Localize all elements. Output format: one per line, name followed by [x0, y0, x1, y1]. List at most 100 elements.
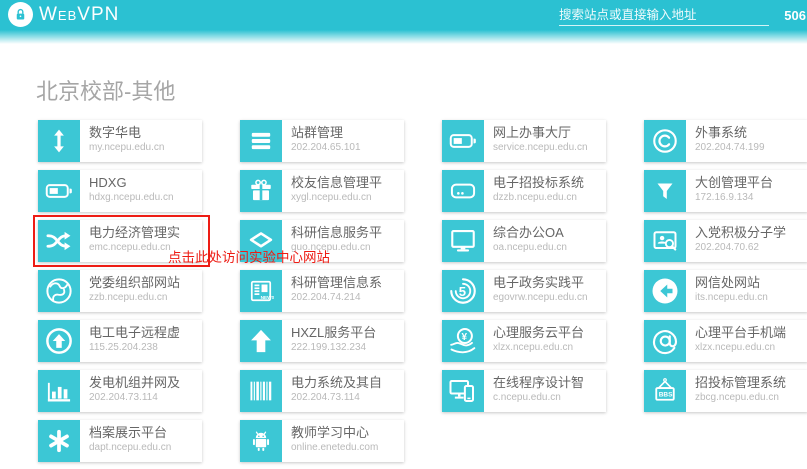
service-card[interactable]: 发电机组并网及 202.204.73.114 — [38, 370, 202, 412]
header-badge: 506 — [784, 8, 806, 23]
id-card-search-icon — [644, 220, 686, 262]
service-url: zzb.ncepu.edu.cn — [89, 291, 180, 304]
service-title: 校友信息管理平 — [291, 174, 382, 191]
service-url: 172.16.9.134 — [695, 191, 773, 204]
service-url: its.ncepu.edu.cn — [695, 291, 768, 304]
service-card[interactable]: 外事系统 202.204.74.199 — [644, 120, 807, 162]
service-url: 202.204.74.214 — [291, 291, 382, 304]
service-url: online.enetedu.com — [291, 441, 378, 454]
card-grid: 数字华电 my.ncepu.edu.cn 站群管理 202.204.65.101… — [38, 120, 807, 462]
service-title: 科研信息服务平 — [291, 224, 382, 241]
service-title: 外事系统 — [695, 124, 765, 141]
service-card[interactable]: 数字华电 my.ncepu.edu.cn — [38, 120, 202, 162]
service-title: HDXG — [89, 174, 174, 191]
service-url: guo.ncepu.edu.cn — [291, 241, 382, 254]
service-title: 科研管理信息系 — [291, 274, 382, 291]
service-url: hdxg.ncepu.edu.cn — [89, 191, 174, 204]
arrow-up-icon — [240, 320, 282, 362]
funnel-icon — [644, 170, 686, 212]
service-card[interactable]: 校友信息管理平 xygl.ncepu.edu.cn — [240, 170, 404, 212]
service-url: dapt.ncepu.edu.cn — [89, 441, 171, 454]
service-title: 综合办公OA — [493, 224, 567, 241]
service-title: 电子政务实践平 — [493, 274, 588, 291]
service-url: 115.25.204.238 — [89, 341, 180, 354]
svg-text:¥: ¥ — [462, 332, 468, 343]
hand-coin-icon: ¥ — [442, 320, 484, 362]
svg-text:5: 5 — [459, 284, 466, 299]
service-card[interactable]: 网信处网站 its.ncepu.edu.cn — [644, 270, 807, 312]
android-icon — [240, 420, 282, 462]
service-card[interactable]: 党委组织部网站 zzb.ncepu.edu.cn — [38, 270, 202, 312]
service-url: 202.204.65.101 — [291, 141, 361, 154]
service-url: service.ncepu.edu.cn — [493, 141, 588, 154]
service-title: 心理服务云平台 — [493, 324, 584, 341]
service-url: 202.204.74.199 — [695, 141, 765, 154]
service-url: 202.204.73.114 — [89, 391, 180, 404]
service-card[interactable]: NEWS 科研管理信息系 202.204.74.214 — [240, 270, 404, 312]
arrow-left-circle-icon — [644, 270, 686, 312]
svg-text:NEWS: NEWS — [261, 295, 274, 301]
battery-icon — [442, 120, 484, 162]
service-card[interactable]: ¥ 心理服务云平台 xlzx.ncepu.edu.cn — [442, 320, 606, 362]
shuffle-icon — [38, 220, 80, 262]
service-url: emc.ncepu.edu.cn — [89, 241, 180, 254]
service-title: 党委组织部网站 — [89, 274, 180, 291]
monitor-icon — [442, 220, 484, 262]
header-gradient — [0, 30, 807, 44]
service-card[interactable]: 档案展示平台 dapt.ncepu.edu.cn — [38, 420, 202, 462]
service-url: 202.204.73.114 — [291, 391, 382, 404]
service-card[interactable]: 科研信息服务平 guo.ncepu.edu.cn — [240, 220, 404, 262]
service-url: 202.204.70.62 — [695, 241, 786, 254]
arrows-up-down-icon — [38, 120, 80, 162]
service-card[interactable]: BBS 招投标管理系统 zbcg.ncepu.edu.cn — [644, 370, 807, 412]
logo-text: WebVPN — [39, 4, 119, 26]
svg-text:BBS: BBS — [659, 392, 673, 399]
service-card[interactable]: 电力系统及其自 202.204.73.114 — [240, 370, 404, 412]
service-title: 招投标管理系统 — [695, 374, 786, 391]
service-card[interactable]: 综合办公OA oa.ncepu.edu.cn — [442, 220, 606, 262]
service-title: 数字华电 — [89, 124, 164, 141]
layers-icon — [240, 220, 282, 262]
bar-chart-icon — [38, 370, 80, 412]
service-card[interactable]: 大创管理平台 172.16.9.134 — [644, 170, 807, 212]
service-card[interactable]: 电子招投标系统 dzzb.ncepu.edu.cn — [442, 170, 606, 212]
service-title: 电子招投标系统 — [493, 174, 584, 191]
arrow-up-circle-icon — [38, 320, 80, 362]
service-card[interactable]: 教师学习中心 online.enetedu.com — [240, 420, 404, 462]
service-url: c.ncepu.edu.cn — [493, 391, 584, 404]
search-input[interactable] — [559, 5, 769, 26]
service-title: 档案展示平台 — [89, 424, 171, 441]
service-url: egovrw.ncepu.edu.cn — [493, 291, 588, 304]
service-card[interactable]: 电工电子远程虚 115.25.204.238 — [38, 320, 202, 362]
header-bar: WebVPN 506 — [0, 0, 807, 30]
service-card[interactable]: 入党积极分子学 202.204.70.62 — [644, 220, 807, 262]
service-url: zbcg.ncepu.edu.cn — [695, 391, 786, 404]
service-card[interactable]: 站群管理 202.204.65.101 — [240, 120, 404, 162]
service-url: my.ncepu.edu.cn — [89, 141, 164, 154]
service-title: 电力系统及其自 — [291, 374, 382, 391]
service-url: dzzb.ncepu.edu.cn — [493, 191, 584, 204]
bbs-sign-icon: BBS — [644, 370, 686, 412]
service-title: 在线程序设计智 — [493, 374, 584, 391]
service-card[interactable]: 电力经济管理实 emc.ncepu.edu.cn — [38, 220, 202, 262]
asterisk-icon — [38, 420, 80, 462]
service-title: 电力经济管理实 — [89, 224, 180, 241]
service-title: 心理平台手机端 — [695, 324, 786, 341]
service-url: oa.ncepu.edu.cn — [493, 241, 567, 254]
five-spiral-icon: 5 — [442, 270, 484, 312]
service-card[interactable]: 心理平台手机端 xlzx.ncepu.edu.cn — [644, 320, 807, 362]
service-card[interactable]: HDXG hdxg.ncepu.edu.cn — [38, 170, 202, 212]
service-card[interactable]: 5 电子政务实践平 egovrw.ncepu.edu.cn — [442, 270, 606, 312]
barcode-icon — [240, 370, 282, 412]
webvpn-logo: WebVPN — [8, 2, 119, 27]
service-card[interactable]: 网上办事大厅 service.ncepu.edu.cn — [442, 120, 606, 162]
page-title: 北京校部-其他 — [36, 74, 175, 106]
service-url: xlzx.ncepu.edu.cn — [695, 341, 786, 354]
service-url: xlzx.ncepu.edu.cn — [493, 341, 584, 354]
service-title: 教师学习中心 — [291, 424, 378, 441]
lock-icon — [8, 2, 33, 27]
service-card[interactable]: 在线程序设计智 c.ncepu.edu.cn — [442, 370, 606, 412]
service-card[interactable]: HXZL服务平台 222.199.132.234 — [240, 320, 404, 362]
at-icon — [644, 320, 686, 362]
service-title: 入党积极分子学 — [695, 224, 786, 241]
